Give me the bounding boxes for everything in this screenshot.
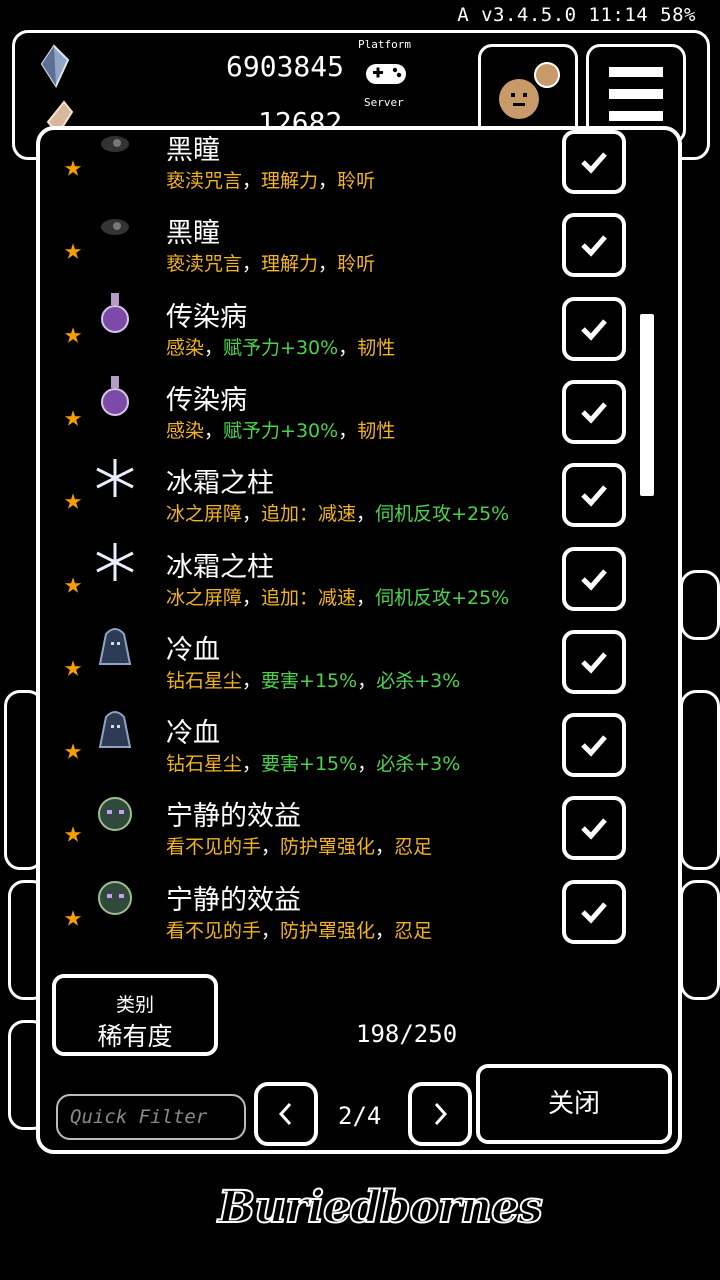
checkmark-icon xyxy=(581,152,607,174)
skill-row[interactable]: ★ 冷血钻石星尘，要害+15%，必杀+3% xyxy=(40,701,678,785)
skill-row[interactable]: ★ 黑瞳亵渎咒言，理解力，聆听 xyxy=(40,201,678,285)
select-checkbox[interactable] xyxy=(562,463,626,528)
item-count: 198/250 xyxy=(356,1020,458,1048)
status-bar: A v3.4.5.0 11:14 58% xyxy=(457,4,696,26)
select-checkbox[interactable] xyxy=(562,629,626,694)
category-label: 类别 xyxy=(115,994,154,1016)
prev-page-button[interactable] xyxy=(254,1082,318,1146)
skill-row[interactable]: ★ 宁静的效益看不见的手，防护罩强化，忍足 xyxy=(40,868,678,952)
rarity-star-icon: ★ xyxy=(64,732,83,768)
rarity-star-icon: ★ xyxy=(64,232,83,268)
skill-name: 黑瞳 xyxy=(166,218,220,250)
hooded-figure-icon xyxy=(92,705,138,751)
skill-name: 冷血 xyxy=(166,634,220,666)
checkmark-icon xyxy=(581,568,607,591)
next-page-button[interactable] xyxy=(408,1082,472,1146)
skill-row[interactable]: ★ 宁静的效益看不见的手，防护罩强化，忍足 xyxy=(40,784,678,868)
close-button[interactable]: 关闭 xyxy=(476,1064,672,1144)
select-checkbox[interactable] xyxy=(562,130,626,194)
checkmark-icon xyxy=(581,735,607,757)
rarity-star-icon: ★ xyxy=(64,398,83,434)
skill-name: 冰霜之柱 xyxy=(166,468,274,500)
scrollbar[interactable] xyxy=(640,314,654,496)
currency-primary: 6903845 xyxy=(226,50,345,83)
skill-name: 宁静的效益 xyxy=(166,884,301,916)
background-panel xyxy=(680,880,720,1000)
select-checkbox[interactable] xyxy=(562,213,626,278)
rarity-star-icon: ★ xyxy=(64,648,83,684)
category-button[interactable]: 类别 稀有度 xyxy=(52,974,218,1056)
hooded-figure-icon xyxy=(92,622,138,668)
checkmark-icon xyxy=(581,402,607,424)
skill-name: 冰霜之柱 xyxy=(166,551,274,583)
skill-row[interactable]: ★ 传染病感染，赋予力+30%，韧性 xyxy=(40,368,678,452)
chevron-right-icon xyxy=(434,1102,448,1126)
gamepad-icon[interactable] xyxy=(364,58,408,88)
rarity-star-icon: ★ xyxy=(64,315,83,351)
checkmark-icon xyxy=(581,818,607,841)
skill-row[interactable]: ★ 冰霜之柱冰之屏障，追加：减速，伺机反攻+25% xyxy=(40,535,678,619)
skill-row[interactable]: ★ 冰霜之柱冰之屏障，追加：减速，伺机反攻+25% xyxy=(40,451,678,535)
skill-row[interactable]: ★ 冷血钻石星尘，要害+15%，必杀+3% xyxy=(40,618,678,702)
select-checkbox[interactable] xyxy=(562,879,626,944)
quick-filter-input[interactable] xyxy=(56,1094,246,1140)
skill-name: 黑瞳 xyxy=(166,135,220,166)
chevron-left-icon xyxy=(278,1102,292,1126)
hamburger-icon xyxy=(609,67,663,133)
checkmark-icon xyxy=(581,652,607,674)
skill-name: 冷血 xyxy=(166,718,220,750)
skill-row[interactable]: ★ 传染病感染，赋予力+30%，韧性 xyxy=(40,285,678,369)
background-panel xyxy=(680,690,720,870)
skill-description: 感染，赋予力+30%，韧性 xyxy=(166,336,396,359)
skill-description: 冰之屏障，追加：减速，伺机反攻+25% xyxy=(166,586,510,609)
background-panel xyxy=(680,570,720,640)
rarity-star-icon: ★ xyxy=(64,815,83,851)
rarity-star-icon: ★ xyxy=(64,898,83,934)
select-checkbox[interactable] xyxy=(562,796,626,861)
select-checkbox[interactable] xyxy=(562,379,626,444)
skill-name: 宁静的效益 xyxy=(166,801,301,833)
page-indicator: 2/4 xyxy=(338,1102,382,1130)
skill-description: 看不见的手，防护罩强化，忍足 xyxy=(166,836,433,859)
calm-spirit-icon xyxy=(92,788,138,834)
potion-icon xyxy=(92,372,138,418)
rarity-star-icon: ★ xyxy=(64,565,83,601)
game-logo: Buriedbornes xyxy=(217,1181,544,1234)
calm-spirit-icon xyxy=(92,872,138,918)
skill-list-dialog: ★ 黑瞳 亵渎咒言，理解力，聆听 ★ 黑瞳 亵渎咒言，理解力，聆听 ★ 传染病 感染，赋予力+3… xyxy=(36,126,682,1154)
server-label: Server xyxy=(364,96,404,109)
skill-row[interactable]: ★ 黑瞳亵渎咒言，理解力，聆听 xyxy=(40,130,678,202)
checkmark-icon xyxy=(581,902,607,924)
category-value: 稀有度 xyxy=(97,1022,173,1051)
rarity-star-icon: ★ xyxy=(64,149,83,184)
snowflake-icon xyxy=(92,539,138,585)
select-checkbox[interactable] xyxy=(562,546,626,611)
skill-description: 感染，赋予力+30%，韧性 xyxy=(166,419,396,442)
select-checkbox[interactable] xyxy=(562,713,626,778)
checkmark-icon xyxy=(581,235,607,257)
potion-icon xyxy=(92,289,138,335)
skill-description: 看不见的手，防护罩强化，忍足 xyxy=(166,919,433,942)
dark-eye-icon xyxy=(92,205,138,251)
platform-label: Platform xyxy=(358,38,411,51)
snowflake-icon xyxy=(92,455,138,501)
skill-name: 传染病 xyxy=(166,301,247,333)
checkmark-icon xyxy=(581,485,607,507)
select-checkbox[interactable] xyxy=(562,296,626,361)
checkmark-icon xyxy=(581,318,607,341)
dark-eye-icon xyxy=(92,130,138,168)
skill-name: 传染病 xyxy=(166,384,247,416)
gem-icon xyxy=(40,44,70,88)
skill-description: 钻石星尘，要害+15%，必杀+3% xyxy=(166,669,461,692)
skill-description: 亵渎咒言，理解力，聆听 xyxy=(166,170,376,192)
rarity-star-icon: ★ xyxy=(64,482,83,518)
skill-description: 亵渎咒言，理解力，聆听 xyxy=(166,253,376,276)
skill-list[interactable]: ★ 黑瞳 亵渎咒言，理解力，聆听 ★ 黑瞳 亵渎咒言，理解力，聆听 ★ 传染病 感染，赋予力+3… xyxy=(40,130,678,964)
skill-description: 钻石星尘，要害+15%，必杀+3% xyxy=(166,753,461,776)
skill-description: 冰之屏障，追加：减速，伺机反攻+25% xyxy=(166,503,510,526)
